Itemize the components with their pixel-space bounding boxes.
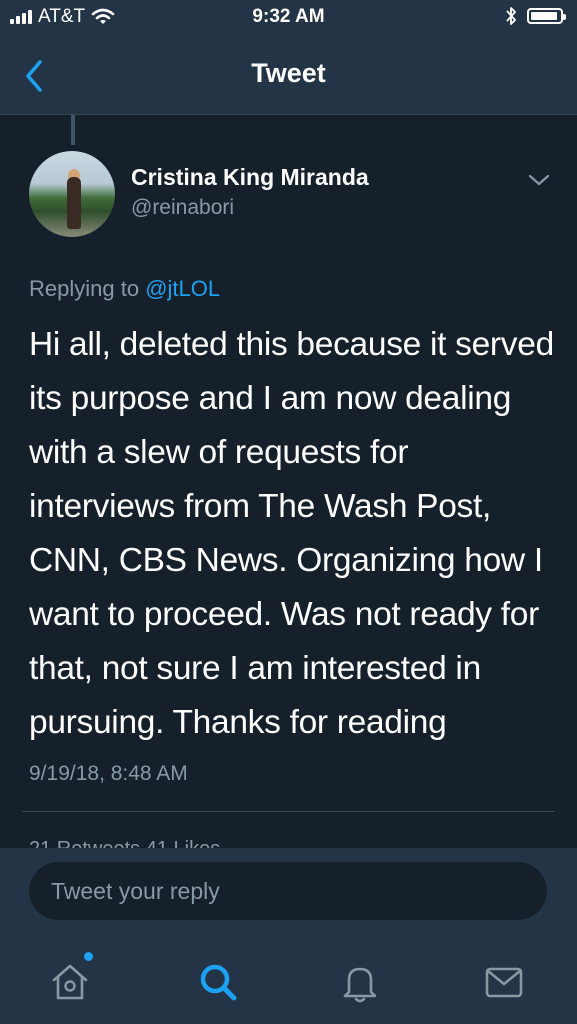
- bluetooth-icon: [506, 7, 516, 25]
- chevron-down-icon[interactable]: [526, 170, 552, 190]
- notification-dot: [84, 952, 93, 961]
- thread-connector-line: [71, 115, 75, 145]
- divider: [22, 811, 555, 812]
- bell-icon[interactable]: [336, 958, 384, 1006]
- tweet-stats: 21 Retweets 41 Likes: [29, 838, 220, 848]
- tweet-timestamp: 9/19/18, 8:48 AM: [29, 762, 188, 785]
- envelope-icon[interactable]: [480, 958, 528, 1006]
- replying-to-mention[interactable]: @jtLOL: [145, 276, 220, 301]
- reply-input[interactable]: [29, 862, 547, 920]
- author-name[interactable]: Cristina King Miranda: [131, 164, 369, 191]
- status-time: 9:32 AM: [252, 6, 325, 27]
- tab-bar: [0, 940, 577, 1024]
- avatar[interactable]: [29, 151, 115, 237]
- page-title: Tweet: [251, 58, 326, 88]
- search-icon[interactable]: [194, 958, 242, 1006]
- reply-bar: [0, 848, 577, 940]
- battery-icon: [527, 8, 566, 24]
- home-icon[interactable]: [46, 958, 94, 1006]
- tweet-text: Hi all, deleted this because it served i…: [29, 326, 554, 741]
- replying-to-label: Replying to: [29, 276, 140, 301]
- nav-bar: Tweet: [0, 40, 577, 115]
- status-bar: AT&T 9:32 AM: [0, 0, 577, 40]
- replying-to: Replying to @jtLOL: [29, 276, 220, 302]
- status-right: [505, 6, 566, 26]
- author-handle[interactable]: @reinabori: [131, 196, 234, 220]
